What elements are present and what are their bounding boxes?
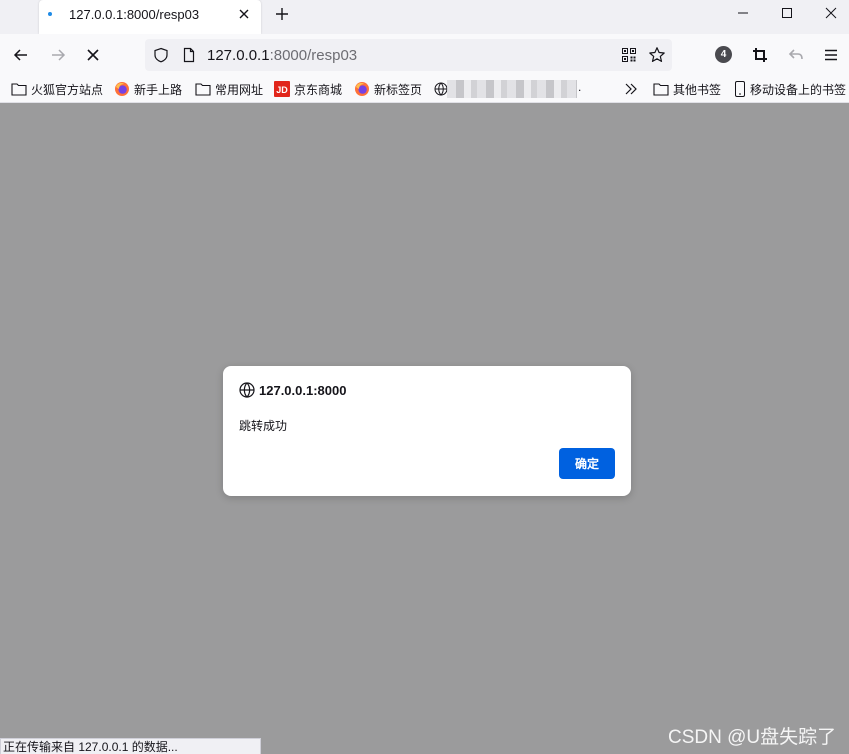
bookmark-item[interactable]: 常用网址	[195, 80, 263, 98]
new-tab-icon[interactable]	[273, 5, 291, 23]
folder-icon	[195, 83, 211, 96]
dialog-message: 跳转成功	[239, 419, 288, 433]
bookmark-star-icon[interactable]	[648, 46, 666, 64]
screenshot-crop-icon[interactable]	[751, 46, 769, 64]
mobile-bookmarks-label: 移动设备上的书签	[750, 82, 847, 97]
bookmark-item-blurred[interactable]	[434, 80, 448, 98]
globe-icon	[239, 382, 255, 398]
mobile-bookmarks[interactable]: 移动设备上的书签	[734, 80, 846, 98]
tab-strip: 127.0.0.1:8000/resp03	[0, 0, 849, 34]
bookmark-label: 火狐官方站点	[31, 82, 104, 97]
ok-button[interactable]: 确定	[559, 448, 615, 479]
loading-dot-icon	[48, 12, 52, 16]
extensions-badge-icon[interactable]: 4	[715, 46, 732, 63]
undo-arrow-icon[interactable]	[787, 46, 805, 64]
folder-icon	[653, 83, 669, 96]
globe-icon	[434, 82, 448, 96]
url-host: 127.0.0.1	[207, 47, 270, 64]
close-tab-icon[interactable]	[236, 6, 252, 22]
forward-icon[interactable]	[49, 46, 67, 64]
navigation-bar: 127.0.0.1:8000/resp03 4	[0, 34, 849, 76]
alert-dialog: 127.0.0.1:8000 跳转成功 确定	[223, 366, 631, 496]
bookmark-label: 京东商城	[294, 82, 343, 97]
bookmark-blurred-suffix: .	[578, 80, 582, 94]
jd-icon: JD	[274, 81, 290, 97]
back-icon[interactable]	[12, 46, 30, 64]
shield-icon[interactable]	[153, 47, 169, 63]
svg-text:JD: JD	[276, 85, 288, 95]
url-bar[interactable]: 127.0.0.1:8000/resp03	[145, 39, 672, 71]
bookmark-item[interactable]: JD 京东商城	[274, 80, 342, 98]
status-bar: 正在传输来自 127.0.0.1 的数据...	[0, 738, 261, 754]
minimize-window-icon[interactable]	[733, 4, 753, 22]
stop-loading-icon[interactable]	[84, 46, 102, 64]
tab-title: 127.0.0.1:8000/resp03	[69, 7, 200, 22]
url-path: :8000/resp03	[269, 47, 358, 64]
other-bookmarks[interactable]: 其他书签	[653, 80, 721, 98]
extensions-badge-count: 4	[720, 49, 727, 60]
firefox-icon	[115, 82, 129, 96]
watermark: CSDN @U盘失踪了	[668, 727, 837, 748]
close-window-icon[interactable]	[821, 4, 841, 22]
url-text[interactable]: 127.0.0.1:8000/resp03	[207, 47, 357, 64]
blurred-bookmark-text	[447, 80, 577, 98]
dialog-origin: 127.0.0.1:8000	[259, 383, 347, 398]
firefox-icon	[355, 82, 369, 96]
tab-active[interactable]: 127.0.0.1:8000/resp03	[39, 0, 261, 34]
bookmark-label: 新手上路	[134, 82, 183, 97]
bookmark-item[interactable]: 新手上路	[114, 80, 182, 98]
bookmarks-toolbar: 火狐官方站点 新手上路 常用网址 JD 京东商城 新标签页 . 其他书签 移动设…	[0, 76, 849, 103]
bookmark-item[interactable]: 新标签页	[354, 80, 422, 98]
page-info-icon[interactable]	[181, 47, 197, 63]
mobile-device-icon	[735, 81, 745, 97]
folder-icon	[11, 83, 27, 96]
qr-code-icon[interactable]	[621, 47, 637, 63]
other-bookmarks-label: 其他书签	[673, 82, 722, 97]
chevron-double-right-icon[interactable]	[624, 82, 638, 96]
bookmark-label: 常用网址	[215, 82, 264, 97]
bookmark-label: 新标签页	[374, 82, 423, 97]
app-menu-icon[interactable]	[822, 46, 840, 64]
maximize-window-icon[interactable]	[777, 4, 797, 22]
bookmark-item[interactable]: 火狐官方站点	[11, 80, 103, 98]
